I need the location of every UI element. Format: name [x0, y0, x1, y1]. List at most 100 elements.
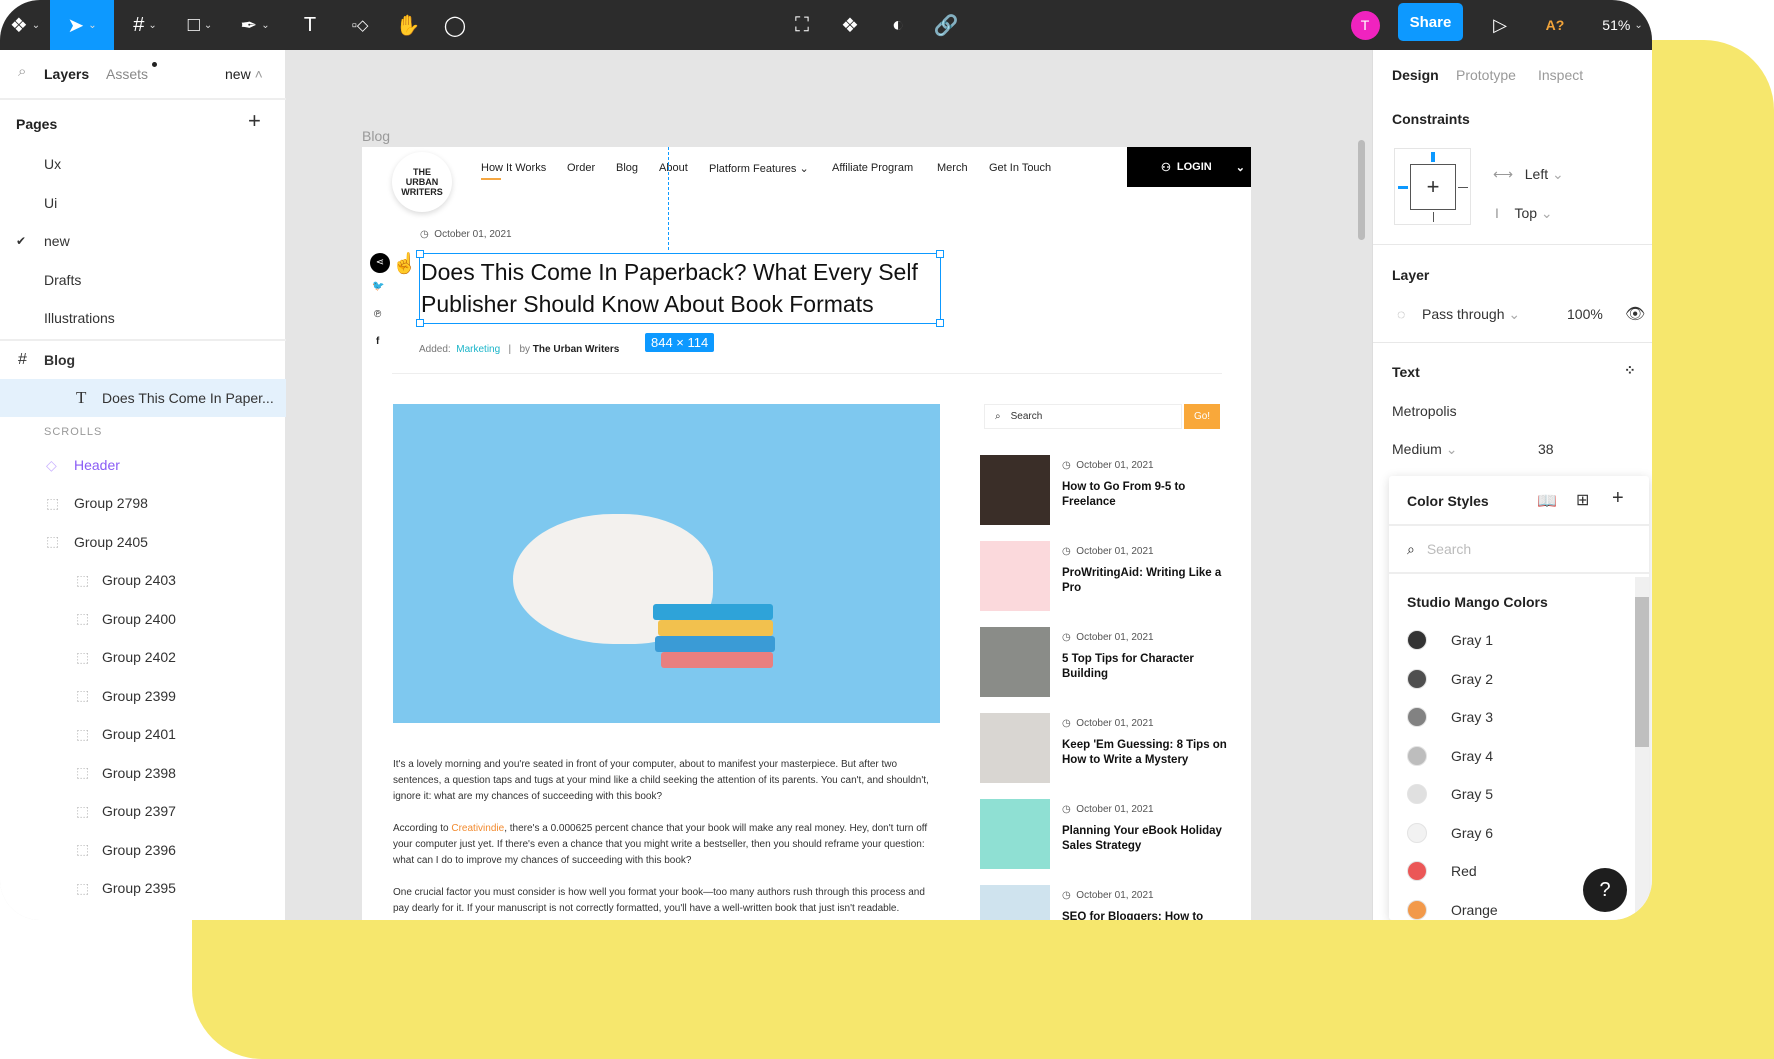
recent-post[interactable]: ◷ October 01, 2021 Keep 'Em Guessing: 8 T…: [980, 713, 1230, 793]
tab-assets[interactable]: Assets: [106, 66, 148, 82]
nav-link[interactable]: Blog: [616, 162, 638, 174]
hand-tool-icon[interactable]: ✋: [388, 0, 428, 50]
nav-link[interactable]: Merch: [937, 162, 968, 174]
color-style-item[interactable]: Gray 1: [1407, 621, 1493, 659]
font-family-dropdown[interactable]: Metropolis: [1392, 403, 1457, 419]
canvas-scrollbar[interactable]: [1358, 140, 1365, 240]
recent-post[interactable]: ◷ October 01, 2021 ProWritingAid: Writing…: [980, 541, 1230, 621]
share-icon[interactable]: ⋖: [370, 253, 390, 273]
site-logo[interactable]: THE URBAN WRITERS: [392, 152, 452, 212]
figma-menu-icon[interactable]: ❖ ⌄: [0, 0, 50, 50]
post-title[interactable]: 5 Top Tips for Character Building: [1062, 652, 1227, 682]
post-title[interactable]: How to Go From 9-5 to Freelance: [1062, 480, 1227, 510]
pinterest-icon[interactable]: ℗: [374, 309, 381, 320]
library-icon[interactable]: 📖: [1537, 491, 1557, 511]
horizontal-constraint-dropdown[interactable]: ⟷ Left ⌄: [1493, 166, 1564, 183]
layer-group[interactable]: ⬚ Group 2397: [0, 792, 286, 830]
text-styles-icon[interactable]: ⁘: [1624, 362, 1636, 379]
post-title[interactable]: SEO for Bloggers: How to: [1062, 910, 1227, 920]
help-button[interactable]: ?: [1583, 868, 1627, 912]
blog-search-input[interactable]: ⌕ Search: [984, 404, 1182, 429]
post-title[interactable]: ProWritingAid: Writing Like a Pro: [1062, 566, 1227, 596]
constraint-widget[interactable]: +: [1394, 148, 1471, 225]
shape-tool-icon[interactable]: □ ⌄: [175, 0, 225, 50]
popover-scrollbar[interactable]: [1635, 577, 1649, 920]
tab-prototype[interactable]: Prototype: [1456, 67, 1516, 83]
font-size-input[interactable]: 38: [1538, 441, 1554, 457]
add-page-icon[interactable]: +: [248, 108, 261, 134]
blend-mode-dropdown[interactable]: Pass through ⌄: [1422, 306, 1520, 323]
layer-group[interactable]: ⬚ Group 2405: [0, 523, 286, 561]
layer-group[interactable]: ⬚ Group 2396: [0, 831, 286, 869]
post-title[interactable]: Keep 'Em Guessing: 8 Tips on How to Writ…: [1062, 738, 1227, 768]
page-item[interactable]: Drafts: [0, 261, 286, 299]
resize-handle[interactable]: [936, 250, 944, 258]
color-style-item[interactable]: Red: [1407, 852, 1477, 890]
layer-group[interactable]: ⬚ Group 2398: [0, 754, 286, 792]
layer-group[interactable]: ⬚ Group 2400: [0, 600, 286, 638]
recent-post[interactable]: ◷ October 01, 2021 5 Top Tips for Charact…: [980, 627, 1230, 707]
color-style-search[interactable]: ⌕ Search: [1389, 524, 1649, 574]
accessibility-button[interactable]: A?: [1535, 0, 1575, 50]
recent-post[interactable]: ◷ October 01, 2021 How to Go From 9-5 to …: [980, 455, 1230, 535]
eye-icon[interactable]: 👁: [1625, 304, 1645, 324]
post-title[interactable]: Does This Come In Paperback? What Every …: [420, 254, 940, 320]
avatar[interactable]: T: [1350, 10, 1380, 40]
nav-link[interactable]: Get In Touch: [989, 162, 1051, 174]
resize-handle[interactable]: [936, 319, 944, 327]
nav-link[interactable]: Platform Features ⌄: [709, 162, 809, 175]
nav-link[interactable]: About: [659, 162, 688, 174]
tab-layers[interactable]: Layers: [44, 66, 89, 82]
tab-inspect[interactable]: Inspect: [1538, 67, 1583, 83]
recent-post[interactable]: ◷ October 01, 2021 Planning Your eBook Ho…: [980, 799, 1230, 879]
recent-post[interactable]: ◷ October 01, 2021 SEO for Bloggers: How …: [980, 885, 1230, 920]
page-dropdown[interactable]: new ˄: [225, 66, 263, 82]
tab-design[interactable]: Design: [1392, 67, 1439, 83]
layer-group[interactable]: ⬚ Group 2403: [0, 561, 286, 599]
present-icon[interactable]: ▷: [1480, 0, 1520, 50]
color-style-item[interactable]: Gray 4: [1407, 737, 1493, 775]
layer-group[interactable]: ⬚ Group 2395: [0, 869, 286, 907]
zoom-dropdown[interactable]: 51% ⌄: [1595, 0, 1650, 50]
text-tool-icon[interactable]: T: [290, 0, 330, 50]
layer-group[interactable]: ⬚ Group 2798: [0, 484, 286, 522]
post-title[interactable]: Planning Your eBook Holiday Sales Strate…: [1062, 824, 1227, 854]
link-icon[interactable]: 🔗: [926, 0, 966, 50]
comment-tool-icon[interactable]: ◯: [435, 0, 475, 50]
opacity-input[interactable]: 100%: [1567, 306, 1603, 322]
components-icon[interactable]: ▫◇: [340, 0, 380, 50]
nav-link[interactable]: How It Works: [481, 162, 546, 174]
search-icon[interactable]: ⌕: [18, 63, 26, 80]
color-style-item[interactable]: Gray 3: [1407, 698, 1493, 736]
share-button[interactable]: Share: [1398, 3, 1463, 41]
layer-group[interactable]: ⬚ Group 2401: [0, 715, 286, 753]
mask-icon[interactable]: ◐: [878, 0, 918, 50]
facebook-icon[interactable]: f: [376, 336, 379, 347]
layer-header[interactable]: ◇ Header: [0, 446, 286, 484]
nav-link[interactable]: Affiliate Program: [832, 162, 913, 174]
frame-label[interactable]: Blog: [362, 128, 390, 144]
go-button[interactable]: Go!: [1184, 404, 1220, 429]
layer-selected-text[interactable]: T Does This Come In Paper...: [0, 379, 286, 417]
add-style-icon[interactable]: +: [1612, 487, 1624, 510]
font-weight-dropdown[interactable]: Medium ⌄: [1392, 441, 1457, 458]
page-item[interactable]: Illustrations: [0, 299, 286, 337]
color-style-item[interactable]: Gray 6: [1407, 814, 1493, 852]
twitter-icon[interactable]: 🐦: [372, 281, 384, 292]
login-button[interactable]: ⚇ LOGIN ⌄: [1127, 147, 1251, 187]
layer-group[interactable]: ⬚ Group 2402: [0, 638, 286, 676]
layer-frame-blog[interactable]: # Blog: [0, 341, 286, 379]
selection-box[interactable]: Does This Come In Paperback? What Every …: [416, 250, 944, 327]
edit-object-icon[interactable]: ⛶: [782, 0, 822, 50]
move-tool-icon[interactable]: ➤ ⌄: [50, 0, 114, 50]
category-link[interactable]: Marketing: [456, 344, 500, 355]
layer-group[interactable]: ⬚ Group 2399: [0, 677, 286, 715]
page-item[interactable]: Ui: [0, 184, 286, 222]
grid-view-icon[interactable]: ⊞: [1576, 490, 1589, 510]
frame-tool-icon[interactable]: # ⌄: [120, 0, 170, 50]
pen-tool-icon[interactable]: ✒ ⌄: [230, 0, 280, 50]
nav-link[interactable]: Order: [567, 162, 595, 174]
color-style-item[interactable]: Gray 5: [1407, 775, 1493, 813]
vertical-constraint-dropdown[interactable]: Ι Top ⌄: [1495, 205, 1553, 222]
creativindie-link[interactable]: Creativindie: [451, 823, 504, 834]
